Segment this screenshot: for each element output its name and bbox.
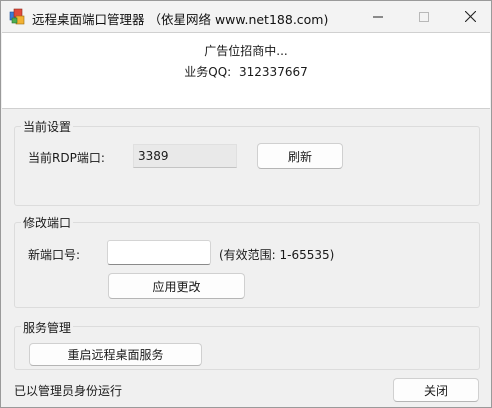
new-port-input[interactable]	[107, 240, 211, 265]
service-label: 服务管理	[21, 319, 74, 336]
title-bar[interactable]: 远程桌面端口管理器 （依星网络 www.net188.com)	[1, 1, 491, 32]
maximize-button[interactable]	[401, 1, 447, 32]
current-port-label: 当前RDP端口:	[28, 151, 105, 165]
modify-port-label: 修改端口	[21, 214, 74, 231]
close-icon	[464, 11, 476, 22]
ad-text: 广告位招商中...	[204, 44, 288, 58]
restart-rdp-service-button[interactable]: 重启远程桌面服务	[29, 343, 202, 366]
current-port-value: 3389	[133, 144, 237, 168]
main-window: 远程桌面端口管理器 （依星网络 www.net188.com) 广告位招商中..…	[0, 0, 492, 408]
new-port-label: 新端口号:	[28, 248, 81, 262]
modify-port-group	[14, 222, 480, 308]
port-range-hint: (有效范围: 1-65535)	[219, 248, 335, 262]
status-text: 已以管理员身份运行	[14, 384, 123, 398]
current-settings-label: 当前设置	[21, 118, 74, 135]
qq-number: 312337667	[239, 65, 308, 79]
window-title: 远程桌面端口管理器 （依星网络 www.net188.com)	[32, 12, 329, 27]
qq-label: 业务QQ:	[184, 65, 232, 79]
close-button[interactable]: 关闭	[393, 378, 479, 402]
current-settings-group	[14, 126, 480, 206]
app-icon	[9, 8, 25, 25]
minimize-button[interactable]	[355, 1, 401, 32]
maximize-icon	[419, 11, 429, 22]
refresh-button[interactable]: 刷新	[257, 143, 343, 169]
ad-contact: 业务QQ: 312337667	[2, 63, 490, 80]
apply-changes-button[interactable]: 应用更改	[108, 273, 245, 299]
minimize-icon	[373, 16, 383, 17]
close-window-button[interactable]	[447, 1, 492, 32]
ad-banner: 广告位招商中... 业务QQ: 312337667	[2, 32, 490, 109]
